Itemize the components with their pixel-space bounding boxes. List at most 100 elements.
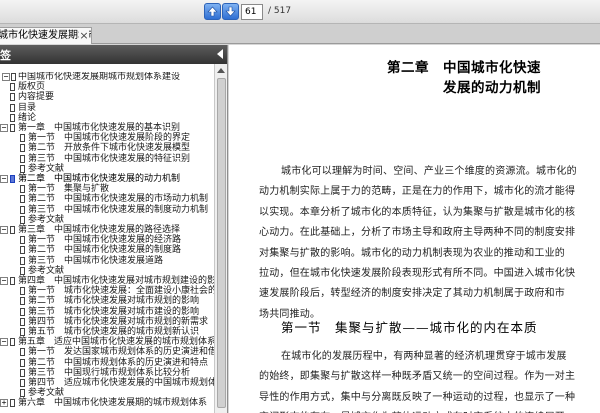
- bookmark-page-icon: [20, 164, 25, 173]
- bookmark-item[interactable]: 内容提要: [0, 92, 214, 102]
- bookmark-item[interactable]: 第五节 城市化快速发展的城市规划新认识: [0, 327, 214, 337]
- collapse-icon[interactable]: −: [0, 338, 8, 347]
- bookmark-label: 参考文献: [28, 214, 65, 225]
- bookmark-item[interactable]: 第三节 中国现行城市规划体系比较分析: [0, 368, 214, 378]
- arrow-up-icon: [207, 6, 218, 17]
- bookmark-item[interactable]: 第四节 城市化快速发展对城市规划的新需求: [0, 317, 214, 327]
- tab-strip: 城市化快速发展期城市... ×: [0, 24, 600, 44]
- text-line: 在城市化的发展历程中，有两种显著的经济机理贯穿于城市发展: [281, 351, 567, 362]
- bookmark-item[interactable]: 第三节 城市化快速发展对城市建设的影响: [0, 307, 214, 317]
- bookmark-label: 内容提要: [18, 92, 55, 103]
- collapse-panel-icon[interactable]: [217, 49, 223, 59]
- toolbar: / 517: [0, 0, 600, 24]
- bookmark-item[interactable]: − 中国城市化快速发展期城市规划体系建设: [0, 72, 214, 82]
- bookmark-item[interactable]: 第二节 开放条件下城市化快速发展模型: [0, 143, 214, 153]
- scrollbar-thumb[interactable]: [217, 78, 226, 408]
- bookmark-label: 第一节 集聚与扩散: [28, 184, 110, 195]
- bookmark-label: 第一节 中国城市化快速发展阶段的界定: [28, 133, 191, 144]
- previous-page-button[interactable]: [204, 3, 221, 20]
- bookmark-page-icon: [20, 144, 25, 153]
- bookmark-label: 第三节 城市化快速发展对城市建设的影响: [28, 306, 200, 317]
- bookmark-item[interactable]: 第二节 中国城市化快速发展的市场动力机制: [0, 194, 214, 204]
- bookmark-page-icon: [10, 226, 15, 234]
- bookmark-label: 版权页: [18, 82, 46, 93]
- bookmarks-panel: 签 − 中国城市化快速发展期城市规划体系建设 版权页 内容提要 目录 绪论 − 第一章 中国城…: [0, 45, 228, 413]
- bookmark-item[interactable]: 第三节 中国城市化快速发展道路: [0, 256, 214, 266]
- bookmark-item[interactable]: 第二节 城市化快速发展对城市规划的影响: [0, 296, 214, 306]
- bookmark-page-icon: [10, 399, 15, 408]
- bookmark-item[interactable]: 第二节 中国城市化快速发展的制度路: [0, 245, 214, 255]
- text-line: 导性的作用方式，集中与分离既反映了一种运动的过程，也显示了一种: [259, 391, 576, 403]
- bookmark-label: 第六章 中国城市化快速发展期的城市规划体系: [18, 398, 208, 409]
- page-total-label: / 517: [268, 6, 292, 16]
- bookmark-page-icon: [20, 317, 25, 326]
- bookmark-label: 第三节 中国城市化快速发展的制度动力机制: [28, 204, 209, 215]
- bookmark-item[interactable]: 第四节 适应城市化快速发展的中国城市规划体: [0, 378, 214, 388]
- page-number-input[interactable]: [241, 4, 263, 20]
- bookmark-item[interactable]: 第一节 中国城市化快速发展的经济路: [0, 235, 214, 245]
- bookmark-page-icon: [11, 73, 16, 81]
- bookmark-label: 第二节 城市化快速发展对城市规划的影响: [28, 296, 200, 307]
- bookmark-page-icon: [10, 93, 15, 102]
- text-line: 以实现。本章分析了城市化的本质特征，认为集聚与扩散是城市化的核: [259, 206, 576, 218]
- bookmark-item[interactable]: − 第四章 中国城市化快速发展对城市规划建设的影: [0, 276, 214, 286]
- bookmark-item[interactable]: 第三节 中国城市化快速发展的制度动力机制: [0, 205, 214, 215]
- bookmark-item[interactable]: 第一节 中国城市化快速发展阶段的界定: [0, 133, 214, 143]
- bookmark-item[interactable]: 参考文献: [0, 215, 214, 225]
- bookmark-item[interactable]: 参考文献: [0, 164, 214, 174]
- bookmark-page-icon: [20, 246, 25, 255]
- text-line: 城市化可以理解为时间、空间、产业三个维度的资源流。城市化的: [281, 166, 577, 177]
- next-page-button[interactable]: [222, 3, 239, 20]
- collapse-icon[interactable]: −: [0, 124, 8, 132]
- bookmark-page-icon: [20, 205, 25, 214]
- bookmark-label: 参考文献: [28, 388, 65, 399]
- bookmark-label: 第二节 开放条件下城市化快速发展模型: [28, 143, 191, 154]
- collapse-icon[interactable]: −: [0, 277, 8, 285]
- bookmark-item[interactable]: 绪论: [0, 113, 214, 123]
- bookmark-label: 第四章 中国城市化快速发展对城市规划建设的影: [18, 276, 214, 286]
- bookmarks-scrollbar[interactable]: [214, 64, 227, 413]
- bookmark-label: 目录: [18, 102, 37, 113]
- bookmark-item[interactable]: + 第六章 中国城市化快速发展期的城市规划体系: [0, 398, 214, 408]
- bookmark-label: 参考文献: [28, 163, 65, 174]
- bookmark-page-icon: [20, 368, 25, 377]
- expand-icon[interactable]: +: [0, 399, 8, 408]
- bookmark-item[interactable]: 目录: [0, 103, 214, 113]
- bookmark-page-icon: [10, 103, 15, 112]
- bookmark-label: 第二节 中国城市化快速发展的制度路: [28, 245, 182, 256]
- bookmark-label: 第二章 中国城市化快速发展的动力机制: [18, 174, 181, 184]
- bookmark-page-icon: [20, 256, 25, 265]
- collapse-icon[interactable]: −: [0, 226, 8, 234]
- bookmark-item[interactable]: 第一节 集聚与扩散: [0, 184, 214, 194]
- collapse-icon[interactable]: −: [0, 175, 8, 183]
- bookmark-item[interactable]: − 第二章 中国城市化快速发展的动力机制: [0, 174, 214, 184]
- bookmark-page-icon: [20, 266, 25, 275]
- text-line: 动力机制实际上属于力的范畴，正是在力的作用下，城市化的流才能得: [259, 186, 576, 198]
- bookmark-item[interactable]: 第一节 发达国家城市规划体系的历史演进和借: [0, 347, 214, 357]
- bookmark-label: 第二节 中国城市化快速发展的市场动力机制: [28, 194, 209, 205]
- bookmark-item[interactable]: 参考文献: [0, 266, 214, 276]
- bookmark-item[interactable]: − 第一章 中国城市化快速发展的基本识别: [0, 123, 214, 133]
- bookmark-item[interactable]: 版权页: [0, 82, 214, 92]
- close-icon[interactable]: ×: [79, 28, 89, 44]
- bookmark-page-icon: [20, 297, 25, 306]
- bookmark-item[interactable]: 第一节 城市化快速发展：全面建设小康社会的: [0, 286, 214, 296]
- collapse-icon[interactable]: −: [2, 73, 10, 81]
- bookmark-label: 第三节 中国城市化快速发展道路: [28, 255, 164, 266]
- bookmark-item[interactable]: 第二节 中国城市规划体系的历史演进和特点: [0, 358, 214, 368]
- bookmark-item[interactable]: − 第五章 适应中国城市化快速发展的城市规划体系: [0, 337, 214, 347]
- bookmark-label: 第一章 中国城市化快速发展的基本识别: [18, 123, 181, 133]
- bookmark-page-icon: [20, 307, 25, 316]
- bookmark-item[interactable]: 第三节 中国城市化快速发展的特征识别: [0, 154, 214, 164]
- bookmark-label: 第五节 城市化快速发展的城市规划新认识: [28, 327, 200, 337]
- bookmark-page-icon: [20, 134, 25, 143]
- bookmark-page-icon: [10, 277, 15, 285]
- bookmark-item[interactable]: − 第三章 中国城市化快速发展的路径选择: [0, 225, 214, 235]
- scroll-up-icon[interactable]: [217, 68, 225, 73]
- bookmark-label: 绪论: [18, 112, 37, 123]
- bookmark-page-icon: [10, 83, 15, 92]
- bookmark-page-icon: [20, 348, 25, 357]
- bookmark-label: 第五章 适应中国城市化快速发展的城市规划体系: [18, 337, 214, 348]
- bookmark-item[interactable]: 参考文献: [0, 388, 214, 398]
- tab-document[interactable]: 城市化快速发展期城市... ×: [0, 27, 92, 44]
